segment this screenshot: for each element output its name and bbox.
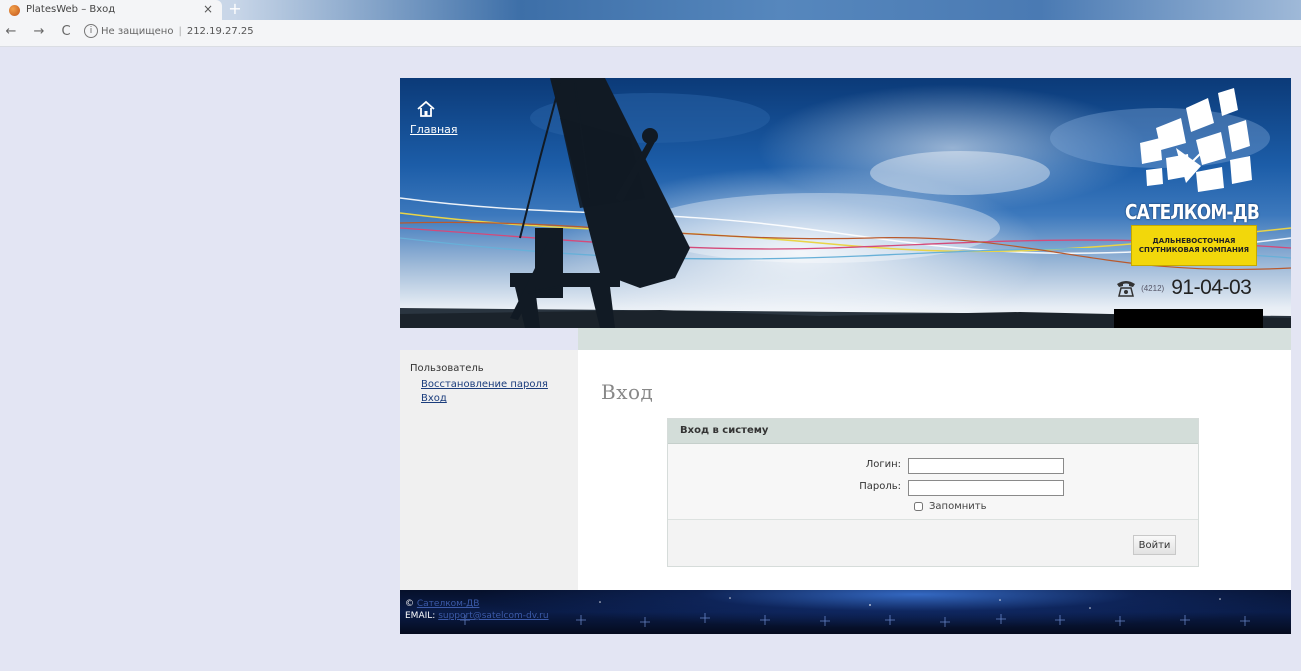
- subheader-strip: [578, 328, 1291, 350]
- brand-logo-icon: [1140, 88, 1252, 192]
- security-status: Не защищено: [101, 26, 174, 37]
- header-banner: Главная САТЕЛКОМ-ДВ ДАЛЬНЕВОСТОЧНАЯ СПУТ…: [400, 78, 1291, 328]
- footer: © Сателком-ДВ EMAIL: support@satelcom-dv…: [400, 590, 1291, 634]
- phone-code: (4212): [1141, 283, 1165, 293]
- address-bar[interactable]: Не защищено | 212.19.27.25: [101, 26, 254, 37]
- reload-icon[interactable]: C: [57, 23, 75, 41]
- footer-copyright-link[interactable]: Сателком-ДВ: [417, 599, 480, 609]
- login-box-title: Вход в систему: [680, 425, 769, 436]
- brand-phone: (4212) 91-04-03: [1116, 276, 1276, 300]
- address-separator: |: [178, 26, 182, 37]
- browser-tab[interactable]: PlatesWeb – Вход ×: [0, 0, 222, 20]
- login-actions: Войти: [668, 520, 1198, 566]
- sidebar-link-login[interactable]: Вход: [421, 393, 447, 404]
- browser-toolbar: ← → C i Не защищено | 212.19.27.25: [0, 20, 1301, 47]
- tab-title: PlatesWeb – Вход: [26, 4, 116, 15]
- new-tab-button[interactable]: +: [224, 1, 246, 18]
- site-favicon-icon: [9, 5, 20, 16]
- login-submit-button[interactable]: Войти: [1133, 535, 1176, 555]
- brand-block: САТЕЛКОМ-ДВ ДАЛЬНЕВОСТОЧНАЯ СПУТНИКОВАЯ …: [1112, 88, 1272, 328]
- browser-tab-bar: PlatesWeb – Вход × +: [0, 0, 1301, 20]
- footer-email-link[interactable]: support@satelcom-dv.ru: [438, 611, 548, 621]
- brand-black-bar: [1114, 309, 1263, 328]
- brand-tagline: ДАЛЬНЕВОСТОЧНАЯ СПУТНИКОВАЯ КОМПАНИЯ: [1131, 225, 1257, 266]
- login-box-header: Вход в систему: [668, 419, 1198, 444]
- page-container: Главная САТЕЛКОМ-ДВ ДАЛЬНЕВОСТОЧНАЯ СПУТ…: [400, 78, 1291, 634]
- page-title: Вход: [601, 380, 654, 404]
- home-link-label: Главная: [410, 123, 458, 136]
- copyright-symbol: ©: [405, 599, 414, 609]
- password-input[interactable]: [908, 480, 1064, 496]
- tab-close-icon[interactable]: ×: [203, 2, 213, 16]
- url-host: 212.19.27.25: [186, 26, 254, 37]
- main-content: Вход Вход в систему Логин: Пароль: Запом…: [578, 350, 1291, 590]
- login-label: Логин:: [865, 459, 901, 470]
- email-label: EMAIL:: [405, 611, 436, 621]
- home-icon: [417, 100, 435, 117]
- remember-label: Запомнить: [929, 501, 987, 512]
- phone-number: 91-04-03: [1171, 276, 1252, 299]
- login-input[interactable]: [908, 458, 1064, 474]
- back-icon[interactable]: ←: [2, 23, 20, 41]
- sidebar-link-password-recovery[interactable]: Восстановление пароля: [421, 379, 548, 390]
- forward-icon[interactable]: →: [30, 23, 48, 41]
- footer-text: © Сателком-ДВ EMAIL: support@satelcom-dv…: [405, 598, 549, 622]
- telephone-icon: [1117, 281, 1135, 297]
- sidebar-title: Пользователь: [410, 363, 484, 374]
- login-box: Вход в систему Логин: Пароль: Запомнить …: [667, 418, 1199, 567]
- login-form: Логин: Пароль: Запомнить: [668, 444, 1198, 520]
- remember-checkbox[interactable]: [914, 502, 923, 511]
- home-link[interactable]: Главная: [410, 100, 470, 136]
- sidebar: Пользователь Восстановление пароля Вход: [400, 350, 578, 590]
- password-label: Пароль:: [859, 481, 901, 492]
- info-icon[interactable]: i: [84, 24, 98, 38]
- brand-name: САТЕЛКОМ-ДВ: [1124, 200, 1260, 224]
